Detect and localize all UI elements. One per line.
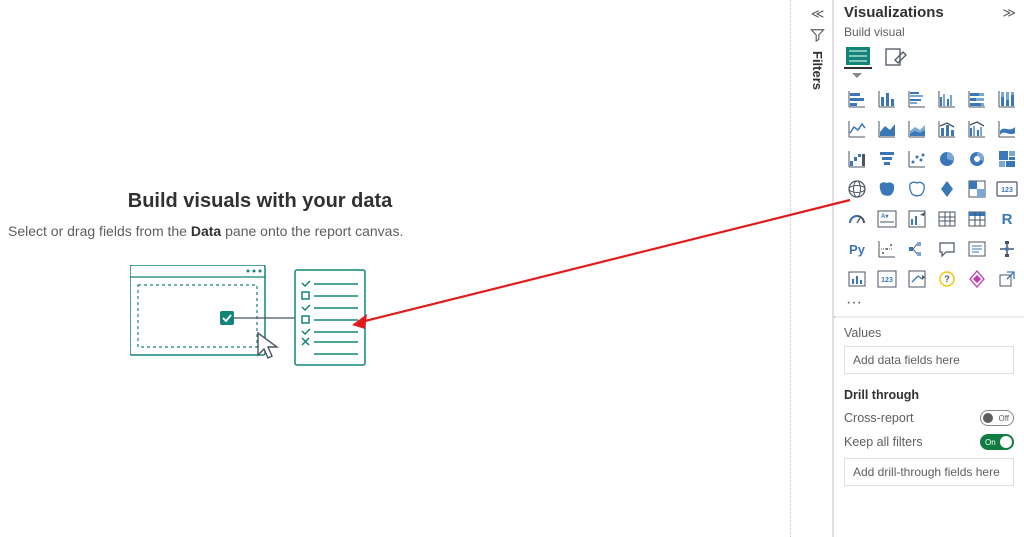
- viz-waterfall[interactable]: [844, 146, 870, 172]
- svg-text:123: 123: [881, 277, 893, 284]
- viz-matrix[interactable]: [964, 206, 990, 232]
- expand-filters-icon[interactable]: ≪: [811, 6, 825, 22]
- viz-decomposition[interactable]: [904, 236, 930, 262]
- filters-pane-collapsed[interactable]: ≪ Filters: [803, 0, 833, 537]
- viz-app[interactable]: 123: [874, 266, 900, 292]
- viz-line[interactable]: [844, 116, 870, 142]
- viz-clustered-column[interactable]: [934, 86, 960, 112]
- drill-through-label: Drill through: [844, 388, 1014, 402]
- viz-stacked-area[interactable]: [904, 116, 930, 142]
- filters-label: Filters: [810, 51, 825, 90]
- viz-line-clustered-column[interactable]: [964, 116, 990, 142]
- viz-arcgis[interactable]: [934, 176, 960, 202]
- viz-donut[interactable]: [964, 146, 990, 172]
- viz-table[interactable]: [934, 206, 960, 232]
- viz-ribbon[interactable]: [994, 116, 1020, 142]
- drill-through-field-well[interactable]: Add drill-through fields here: [844, 458, 1014, 486]
- viz-metrics[interactable]: [844, 266, 870, 292]
- viz-stacked-bar[interactable]: [844, 86, 870, 112]
- build-visual-tab[interactable]: [844, 45, 872, 69]
- build-visual-label: Build visual: [834, 23, 1024, 45]
- visualization-gallery: 123 A▾ R Py 123 ?: [834, 84, 1024, 298]
- canvas-divider: [790, 0, 791, 537]
- keep-filters-label: Keep all filters: [844, 435, 923, 449]
- viz-qna[interactable]: [934, 236, 960, 262]
- cross-report-label: Cross-report: [844, 411, 913, 425]
- svg-text:A▾: A▾: [881, 214, 889, 220]
- viz-line-stacked-column[interactable]: [934, 116, 960, 142]
- keep-filters-state: On: [985, 438, 996, 447]
- keep-filters-toggle[interactable]: On: [980, 434, 1014, 450]
- cross-report-toggle[interactable]: Off: [980, 410, 1014, 426]
- visualizations-title: Visualizations: [844, 4, 944, 21]
- viz-treemap[interactable]: [994, 146, 1020, 172]
- viz-gauge[interactable]: [844, 206, 870, 232]
- cross-report-state: Off: [998, 414, 1009, 423]
- viz-scatter[interactable]: [904, 146, 930, 172]
- viz-scorecard[interactable]: [904, 266, 930, 292]
- viz-kpi[interactable]: [904, 206, 930, 232]
- viz-azure-map[interactable]: [904, 176, 930, 202]
- values-field-well[interactable]: Add data fields here: [844, 346, 1014, 374]
- canvas-subtitle-pre: Select or drag fields from the: [8, 223, 191, 239]
- more-visuals-button[interactable]: ···: [834, 298, 1024, 316]
- viz-multi-row-card[interactable]: A▾: [874, 206, 900, 232]
- viz-power-apps[interactable]: [964, 266, 990, 292]
- format-visual-tab[interactable]: [882, 45, 910, 69]
- canvas-placeholder-card: Build visuals with your data Select or d…: [0, 190, 520, 239]
- viz-stacked-column-100[interactable]: [994, 86, 1020, 112]
- visualizations-pane: Visualizations ≫ Build visual: [833, 0, 1024, 537]
- viz-r-visual[interactable]: R: [994, 206, 1020, 232]
- viz-paginated[interactable]: [994, 236, 1020, 262]
- svg-text:123: 123: [1001, 187, 1013, 194]
- canvas-subtitle-post: pane onto the report canvas.: [221, 223, 403, 239]
- viz-map[interactable]: [844, 176, 870, 202]
- viz-get-more[interactable]: ?: [934, 266, 960, 292]
- canvas-subtitle-bold: Data: [191, 223, 221, 239]
- collapse-viz-icon[interactable]: ≫: [1002, 5, 1016, 21]
- viz-export[interactable]: [994, 266, 1020, 292]
- viz-stacked-bar-100[interactable]: [964, 86, 990, 112]
- viz-pie[interactable]: [934, 146, 960, 172]
- drag-fields-illustration: [130, 265, 370, 375]
- viz-smart-narrative[interactable]: [964, 236, 990, 262]
- report-canvas[interactable]: Build visuals with your data Select or d…: [0, 0, 790, 537]
- filter-icon: [810, 28, 825, 45]
- svg-text:?: ?: [944, 274, 950, 284]
- values-label: Values: [844, 326, 1014, 340]
- canvas-subtitle: Select or drag fields from the Data pane…: [0, 223, 520, 239]
- viz-filled-map[interactable]: [874, 176, 900, 202]
- viz-shape-map[interactable]: [964, 176, 990, 202]
- viz-clustered-bar[interactable]: [904, 86, 930, 112]
- viz-key-influencers[interactable]: [874, 236, 900, 262]
- viz-funnel[interactable]: [874, 146, 900, 172]
- viz-python[interactable]: Py: [844, 236, 870, 262]
- viz-card-123[interactable]: 123: [994, 176, 1020, 202]
- viz-area[interactable]: [874, 116, 900, 142]
- active-tab-pointer-icon: [852, 73, 862, 78]
- canvas-title: Build visuals with your data: [0, 190, 520, 213]
- viz-stacked-column[interactable]: [874, 86, 900, 112]
